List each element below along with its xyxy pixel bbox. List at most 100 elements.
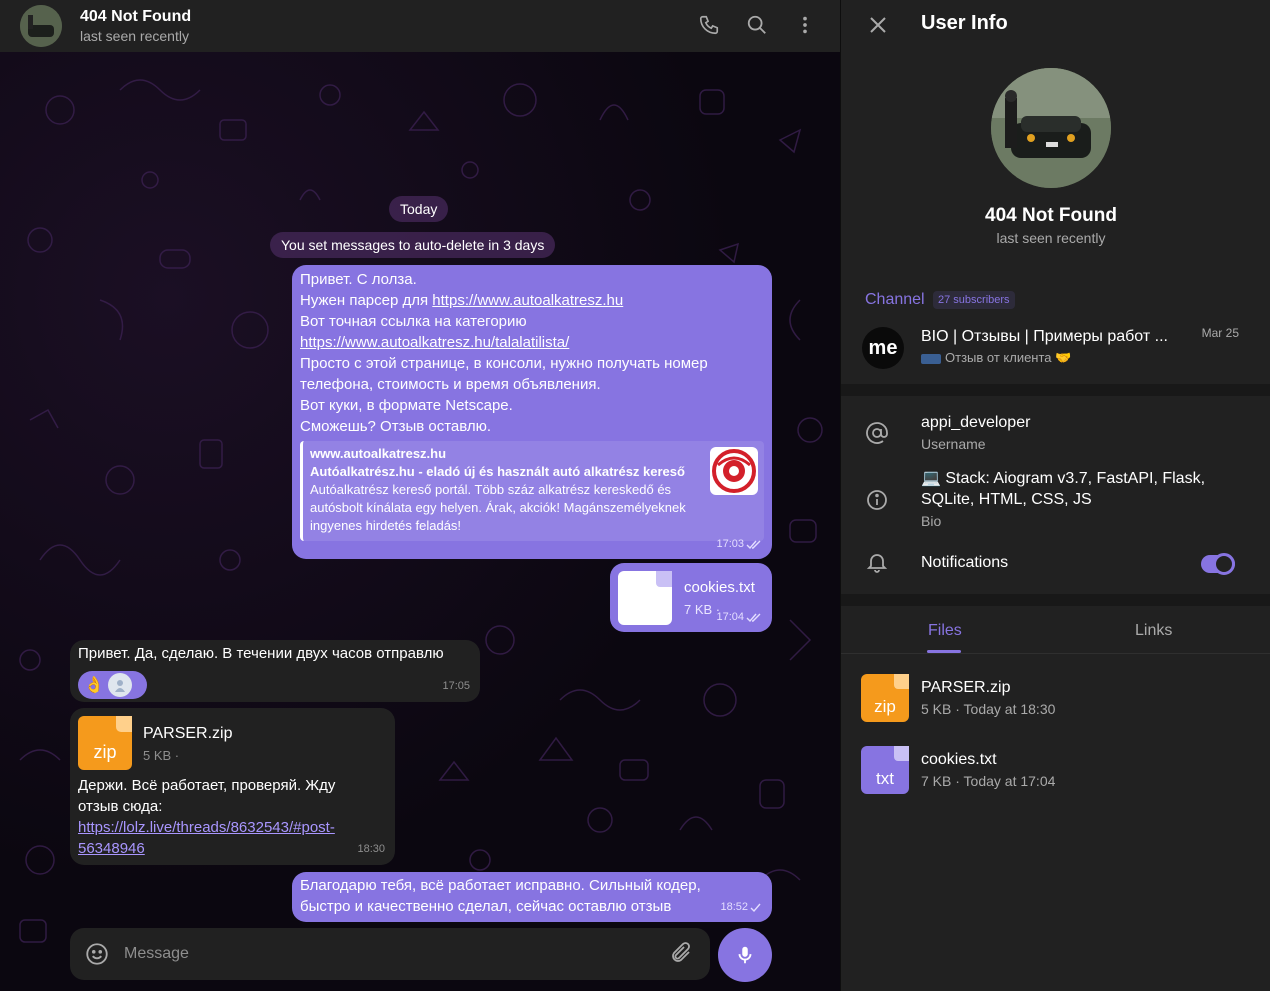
message-text: Благодарю тебя, всё работает исправно. С… (300, 877, 701, 894)
file-meta: 7 KB · Today at 17:04 (921, 773, 1056, 789)
tab-files[interactable]: Files (928, 622, 962, 640)
service-message: You set messages to auto-delete in 3 day… (270, 232, 556, 258)
file-icon[interactable] (618, 571, 672, 625)
chat-header[interactable]: 404 Not Found last seen recently (0, 0, 840, 52)
media-tabs: Files Links (841, 612, 1270, 654)
profile-name: 404 Not Found (985, 205, 1117, 226)
file-name[interactable]: PARSER.zip (143, 723, 233, 744)
message-text: Вот точная ссылка на категорию (300, 313, 527, 330)
at-sign-icon (863, 419, 891, 447)
preview-title: Autóalkatrész.hu - eladó új és használt … (310, 464, 685, 479)
check-icon (750, 903, 761, 912)
incoming-file-message: zip PARSER.zip 5 KB · Держи. Всё работае… (70, 708, 395, 865)
txt-file-icon: txt (861, 746, 909, 794)
message-text: быстро и качественно сделал, сейчас оста… (300, 898, 672, 915)
bio-text: SQLite, HTML, CSS, JS (921, 491, 1092, 508)
file-meta: 5 KB · Today at 18:30 (921, 701, 1056, 717)
file-name: PARSER.zip (921, 679, 1011, 696)
reaction-emoji: 👌 (84, 676, 104, 694)
microphone-icon (738, 946, 752, 964)
panel-title: User Info (921, 12, 1008, 34)
notifications-toggle[interactable] (1201, 553, 1235, 575)
close-icon[interactable] (865, 12, 891, 38)
username-row[interactable]: appi_developer Username (841, 410, 1270, 460)
channel-last-message: Отзыв от клиента 🤝 (921, 350, 1071, 366)
message-text: Привет. С лолза. (300, 271, 417, 288)
profile-avatar[interactable] (991, 68, 1111, 188)
emoji-icon[interactable] (84, 941, 110, 967)
message-text: Вот куки, в формате Netscape. (300, 397, 513, 414)
preview-description: Autóalkatrész kereső portál. Több száz a… (310, 482, 686, 533)
double-check-icon (746, 540, 761, 549)
message-composer (70, 928, 710, 980)
active-tab-indicator (927, 650, 961, 653)
outgoing-message: Привет. С лолза. Нужен парсер для https:… (292, 265, 772, 559)
message-time: 17:05 (442, 680, 470, 692)
incoming-message: Привет. Да, сделаю. В течении двух часов… (70, 640, 480, 702)
message-text: Держи. Всё работает, проверяй. Жду (78, 777, 336, 794)
message-text: Нужен парсер для https://www.autoalkatre… (300, 292, 624, 309)
link-preview[interactable]: www.autoalkatresz.hu Autóalkatrész.hu - … (300, 441, 764, 541)
message-time: 18:30 (357, 843, 385, 855)
file-size: 7 KB · (684, 602, 721, 617)
chat-title[interactable]: 404 Not Found (80, 8, 191, 26)
shared-file-item[interactable]: zip PARSER.zip 5 KB · Today at 18:30 (841, 674, 1270, 734)
channel-card[interactable]: me BIO | Отзывы | Примеры работ ... Отзы… (841, 318, 1270, 384)
microphone-button[interactable] (718, 928, 772, 982)
chat-avatar[interactable] (20, 5, 62, 47)
bio-label: Bio (921, 513, 942, 529)
message-input[interactable] (124, 942, 644, 966)
user-info-panel: User Info 404 Not Found last seen recent… (840, 0, 1270, 991)
message-link[interactable]: https://www.autoalkatresz.hu (432, 292, 623, 309)
zip-file-icon[interactable]: zip (78, 716, 132, 770)
section-divider (841, 384, 1270, 396)
message-text: Привет. Да, сделаю. В течении двух часов… (78, 645, 444, 662)
bell-icon (863, 548, 891, 576)
reactor-avatar (107, 673, 132, 697)
message-text: отзыв сюда: (78, 798, 163, 815)
message-time: 17:04 (716, 607, 762, 628)
channel-avatar: me (862, 327, 904, 369)
outgoing-message: Благодарю тебя, всё работает исправно. С… (292, 872, 772, 922)
file-name: cookies.txt (921, 751, 997, 768)
file-size: 5 KB · (143, 748, 180, 763)
message-link[interactable]: https://lolz.live/threads/8632543/#post- (78, 819, 335, 836)
message-text: телефона, стоимость и время объявления. (300, 376, 601, 393)
tab-links[interactable]: Links (1135, 622, 1172, 640)
shared-file-item[interactable]: txt cookies.txt 7 KB · Today at 17:04 (841, 746, 1270, 806)
reaction-chip[interactable]: 👌 (78, 671, 147, 699)
message-link[interactable]: https://www.autoalkatresz.hu/talalatilis… (300, 334, 569, 351)
double-check-icon (746, 613, 761, 622)
channel-label: Channel (865, 291, 925, 308)
subscriber-badge: 27 subscribers (933, 291, 1015, 309)
file-name: cookies.txt (684, 579, 755, 596)
message-text: Сможешь? Отзыв оставлю. (300, 418, 492, 435)
chat-status: last seen recently (80, 28, 189, 44)
zip-file-icon: zip (861, 674, 909, 722)
bio-row[interactable]: 💻 Stack: Aiogram v3.7, FastAPI, Flask, S… (841, 467, 1270, 533)
message-time: 17:03 (716, 534, 762, 555)
search-icon[interactable] (744, 12, 770, 38)
username-value: appi_developer (921, 414, 1031, 431)
chat-area: 404 Not Found last seen recently Today Y… (0, 0, 840, 991)
info-icon (863, 486, 891, 514)
attach-icon[interactable] (669, 941, 695, 967)
message-text: Просто с этой странице, в консоли, нужно… (300, 355, 708, 372)
username-label: Username (921, 436, 986, 452)
channel-date: Mar 25 (1201, 326, 1239, 340)
date-pill: Today (389, 196, 449, 222)
phone-icon[interactable] (696, 12, 722, 38)
channel-title: BIO | Отзывы | Примеры работ ... (921, 328, 1168, 345)
preview-site: www.autoalkatresz.hu (310, 446, 447, 461)
section-divider (841, 594, 1270, 606)
notifications-row[interactable]: Notifications (841, 548, 1270, 578)
message-time: 18:52 (720, 897, 762, 918)
outgoing-file-message[interactable]: cookies.txt 7 KB · 17:04 (610, 563, 772, 632)
profile-status: last seen recently (996, 230, 1106, 246)
more-menu-icon[interactable] (792, 12, 818, 38)
message-link[interactable]: 56348946 (78, 840, 145, 857)
telegram-app: 404 Not Found last seen recently Today Y… (0, 0, 1270, 991)
keyboard-thumb-icon (921, 353, 941, 364)
preview-logo-icon (710, 447, 758, 495)
notifications-label: Notifications (921, 554, 1009, 571)
